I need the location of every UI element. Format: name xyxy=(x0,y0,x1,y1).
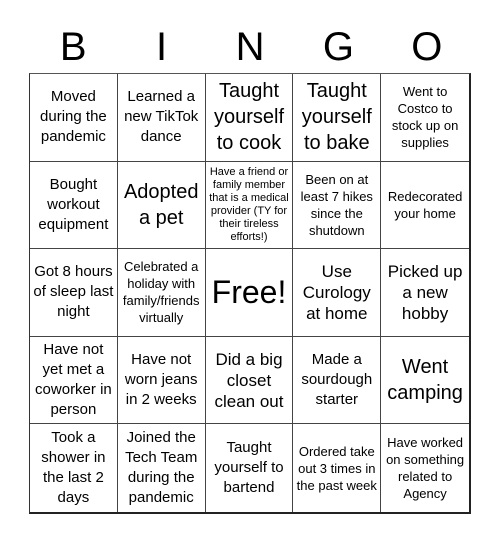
header-letter-n: N xyxy=(235,25,265,69)
cell-text: Joined the Tech Team during the pandemic xyxy=(125,429,198,507)
bingo-header: B I N G O xyxy=(29,22,471,72)
bingo-cell-r4c4[interactable]: Made a sourdough starter xyxy=(293,336,382,425)
bingo-cell-r2c4[interactable]: Been on at least 7 hikes since the shutd… xyxy=(293,161,382,250)
bingo-cell-r1c3[interactable]: Taught yourself to cook xyxy=(205,74,294,162)
bingo-cell-r3c1[interactable]: Got 8 hours of sleep last night xyxy=(30,249,118,337)
bingo-cell-r5c4[interactable]: Ordered take out 3 times in the past wee… xyxy=(293,424,382,512)
bingo-cell-r4c5[interactable]: Went camping xyxy=(381,337,469,425)
bingo-cell-r2c1[interactable]: Bought workout equipment xyxy=(30,161,118,250)
cell-text: Celebrated a holiday with family/friends… xyxy=(122,259,200,326)
bingo-cell-r5c2[interactable]: Joined the Tech Team during the pandemic xyxy=(118,424,206,512)
bingo-cell-r3c2[interactable]: Celebrated a holiday with family/friends… xyxy=(117,249,206,337)
bingo-cell-r2c5[interactable]: Redecorated your home xyxy=(381,162,469,250)
cell-text: Picked up a new hobby xyxy=(387,261,463,323)
cell-text: Went camping xyxy=(387,356,463,405)
header-letter-b: B xyxy=(59,25,87,69)
header-letter-i: I xyxy=(156,25,168,69)
cell-text: Adopted a pet xyxy=(123,180,199,229)
bingo-card-grid: Moved during the pandemic Learned a new … xyxy=(29,73,471,514)
bingo-cell-r4c1[interactable]: Have not yet met a coworker in person xyxy=(30,336,118,425)
bingo-cell-r1c2[interactable]: Learned a new TikTok dance xyxy=(117,74,206,162)
header-letter-g: G xyxy=(322,25,354,69)
bingo-cell-r3c4[interactable]: Use Curology at home xyxy=(293,249,382,337)
bingo-cell-free[interactable]: Free! xyxy=(205,249,294,337)
bingo-cell-r4c2[interactable]: Have not worn jeans in 2 weeks xyxy=(117,336,206,425)
cell-text: Free! xyxy=(211,274,287,311)
cell-text: Went to Costco to stock up on supplies xyxy=(391,84,459,151)
bingo-cell-r3c5[interactable]: Picked up a new hobby xyxy=(381,249,469,337)
cell-text: Did a big closet clean out xyxy=(214,349,284,411)
bingo-cell-r1c4[interactable]: Taught yourself to bake xyxy=(293,74,382,162)
cell-text: Have a friend or family member that is a… xyxy=(209,165,289,243)
cell-text: Ordered take out 3 times in the past wee… xyxy=(296,443,377,493)
header-letter-o: O xyxy=(411,25,443,69)
cell-text: Took a shower in the last 2 days xyxy=(41,429,106,507)
bingo-cell-r5c5[interactable]: Have worked on something related to Agen… xyxy=(381,424,469,512)
cell-text: Been on at least 7 hikes since the shutd… xyxy=(300,171,373,238)
bingo-cell-r1c5[interactable]: Went to Costco to stock up on supplies xyxy=(381,74,469,162)
cell-text: Use Curology at home xyxy=(302,261,371,323)
cell-text: Made a sourdough starter xyxy=(301,351,373,409)
cell-text: Moved during the pandemic xyxy=(40,88,107,146)
bingo-cell-r5c3[interactable]: Taught yourself to bartend xyxy=(206,424,294,512)
cell-text: Redecorated your home xyxy=(387,188,463,221)
cell-text: Taught yourself to bake xyxy=(301,80,372,155)
bingo-cell-r5c1[interactable]: Took a shower in the last 2 days xyxy=(30,424,118,512)
bingo-cell-r4c3[interactable]: Did a big closet clean out xyxy=(205,336,294,425)
cell-text: Have not yet met a coworker in person xyxy=(35,341,112,419)
cell-text: Have not worn jeans in 2 weeks xyxy=(124,351,198,409)
cell-text: Got 8 hours of sleep last night xyxy=(33,263,114,321)
bingo-cell-r2c2[interactable]: Adopted a pet xyxy=(117,161,206,250)
cell-text: Bought workout equipment xyxy=(38,175,109,233)
bingo-cell-r2c3[interactable]: Have a friend or family member that is a… xyxy=(205,161,294,250)
cell-text: Taught yourself to cook xyxy=(213,80,284,155)
cell-text: Learned a new TikTok dance xyxy=(124,88,199,146)
cell-text: Taught yourself to bartend xyxy=(214,439,284,497)
cell-text: Have worked on something related to Agen… xyxy=(386,435,465,502)
bingo-cell-r1c1[interactable]: Moved during the pandemic xyxy=(30,74,118,162)
